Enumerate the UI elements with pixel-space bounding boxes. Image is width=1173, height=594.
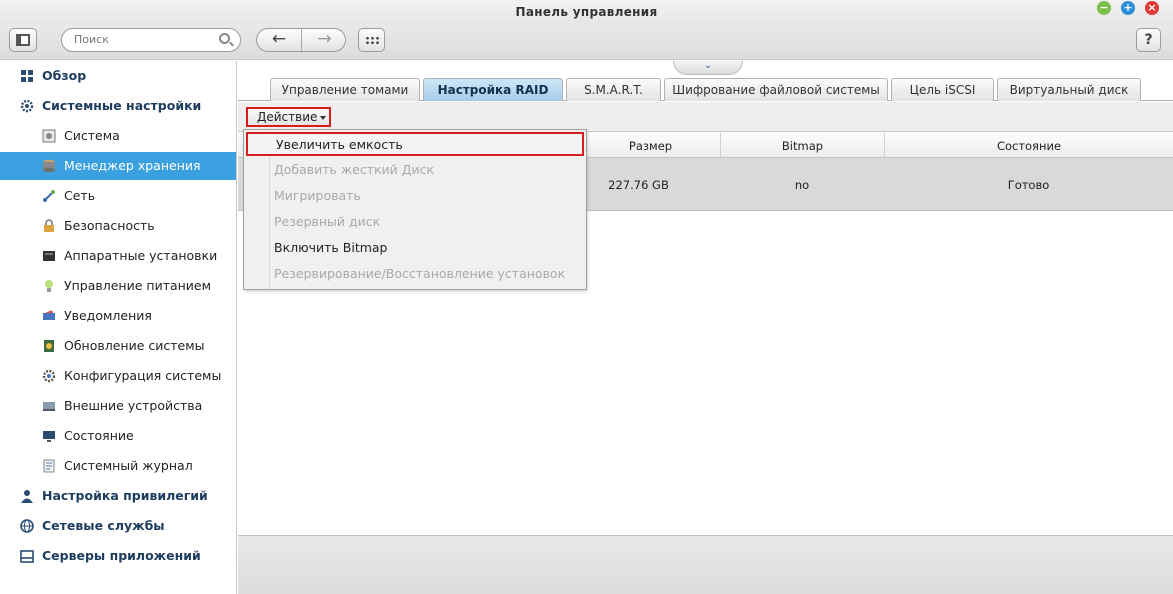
external-device-icon (43, 402, 55, 411)
sidebar-item-app-servers[interactable]: Серверы приложений (0, 542, 236, 570)
menu-item-migrate: Мигрировать (274, 188, 361, 203)
tab-virtual-disk[interactable]: Виртуальный диск (997, 78, 1141, 101)
action-label: Действие (257, 110, 318, 124)
network-icon (43, 190, 55, 202)
sidebar-item-privileges[interactable]: Настройка привилегий (0, 482, 236, 510)
menu-item-spare-disk: Резервный диск (274, 214, 381, 229)
action-dropdown-button[interactable]: Действие (246, 107, 331, 127)
window-title: Панель управления (515, 5, 658, 19)
config-icon (42, 369, 56, 383)
close-icon[interactable]: × (1145, 1, 1159, 15)
sidebar-item-external-devices[interactable]: Внешние устройства (0, 392, 236, 420)
cell-bitmap: no (794, 178, 810, 192)
sidebar-item-label: Внешние устройства (64, 398, 203, 413)
sidebar-icon (16, 34, 30, 46)
sidebar-item-storage-manager[interactable]: Менеджер хранения (0, 152, 236, 180)
menu-item-expand-capacity[interactable]: Увеличить емкость (246, 132, 584, 156)
sidebar-item-power[interactable]: Управление питанием (0, 272, 236, 300)
sidebar-item-label: Управление питанием (64, 278, 212, 293)
column-header-bitmap[interactable]: Bitmap (720, 133, 884, 158)
update-icon (44, 340, 54, 352)
cell-status: Готово (1007, 178, 1050, 192)
nav-buttons: ← → (256, 28, 346, 52)
globe-icon (20, 519, 34, 533)
sidebar-item-label: Менеджер хранения (64, 158, 201, 173)
sidebar-item-label: Сетевые службы (42, 518, 165, 533)
tab-smart[interactable]: S.M.A.R.T. (566, 78, 661, 101)
sidebar-item-overview[interactable]: Обзор (0, 62, 236, 90)
caret-down-icon (320, 116, 326, 120)
forward-button[interactable]: → (302, 29, 345, 51)
action-toolbar (238, 102, 1173, 132)
sidebar-item-label: Обзор (42, 68, 87, 83)
sidebar-item-label: Система (64, 128, 120, 143)
storage-icon (43, 159, 55, 173)
menu-item-backup-restore: Резервирование/Восстановление установок (274, 266, 566, 281)
action-menu: Увеличить емкость Добавить жесткий Диск … (243, 129, 587, 290)
user-icon (21, 490, 33, 503)
tab-volume-management[interactable]: Управление томами (270, 78, 420, 101)
monitor-icon (43, 431, 55, 442)
sidebar-item-system-update[interactable]: Обновление системы (0, 332, 236, 360)
sidebar-item-label: Безопасность (64, 218, 155, 233)
toolbar: ← → ? (0, 24, 1173, 60)
column-header-status[interactable]: Состояние (884, 133, 1173, 158)
title-bar: Панель управления (0, 0, 1173, 24)
system-icon (42, 129, 56, 143)
search-icon[interactable] (219, 33, 230, 44)
sidebar-item-label: Уведомления (64, 308, 152, 323)
gear-icon (20, 99, 34, 113)
help-button[interactable]: ? (1136, 28, 1161, 52)
sidebar-item-label: Сеть (64, 188, 96, 203)
sidebar-item-label: Серверы приложений (42, 548, 201, 563)
toggle-sidebar-button[interactable] (9, 28, 37, 52)
sidebar: Обзор Системные настройки Система Менедж… (0, 61, 237, 594)
lock-icon (44, 219, 54, 232)
sidebar-item-security[interactable]: Безопасность (0, 212, 236, 240)
cell-size: 227.76 GB (608, 178, 669, 192)
minimize-icon[interactable]: − (1097, 1, 1111, 15)
log-icon (43, 459, 55, 473)
apps-grid-button[interactable] (358, 28, 385, 52)
bottom-bar (238, 535, 1173, 594)
sidebar-item-label: Системный журнал (64, 458, 193, 473)
sidebar-item-network[interactable]: Сеть (0, 182, 236, 210)
hardware-icon (43, 251, 55, 261)
sidebar-item-label: Состояние (64, 428, 134, 443)
overview-icon (21, 70, 33, 82)
sidebar-item-system[interactable]: Система (0, 122, 236, 150)
power-icon (45, 280, 53, 292)
notification-icon (43, 310, 55, 320)
sidebar-item-label: Аппаратные установки (64, 248, 218, 263)
sidebar-item-status[interactable]: Состояние (0, 422, 236, 450)
collapse-toggle[interactable]: ⌄ (673, 61, 743, 75)
tab-iscsi-target[interactable]: Цель iSCSI (891, 78, 994, 101)
chevron-down-icon: ⌄ (703, 60, 713, 71)
tab-encryption[interactable]: Шифрование файловой системы (664, 78, 888, 101)
menu-item-add-disk: Добавить жесткий Диск (274, 162, 435, 177)
tab-raid-settings[interactable]: Настройка RAID (423, 78, 563, 101)
search-input[interactable] (74, 33, 214, 46)
search-box[interactable] (61, 28, 241, 52)
sidebar-item-label: Обновление системы (64, 338, 205, 353)
menu-item-enable-bitmap[interactable]: Включить Bitmap (244, 235, 586, 261)
grid-icon (365, 36, 379, 45)
sidebar-item-system-log[interactable]: Системный журнал (0, 452, 236, 480)
column-header-size[interactable]: Размер (580, 133, 720, 158)
sidebar-item-hardware[interactable]: Аппаратные установки (0, 242, 236, 270)
sidebar-item-network-services[interactable]: Сетевые службы (0, 512, 236, 540)
sidebar-item-system-settings[interactable]: Системные настройки (0, 92, 236, 120)
sidebar-item-label: Конфигурация системы (64, 368, 222, 383)
sidebar-item-label: Системные настройки (42, 98, 202, 113)
maximize-icon[interactable]: + (1121, 1, 1135, 15)
back-button[interactable]: ← (257, 29, 302, 51)
sidebar-item-label: Настройка привилегий (42, 488, 208, 503)
sidebar-item-system-config[interactable]: Конфигурация системы (0, 362, 236, 390)
sidebar-item-notifications[interactable]: Уведомления (0, 302, 236, 330)
server-icon (20, 550, 34, 563)
